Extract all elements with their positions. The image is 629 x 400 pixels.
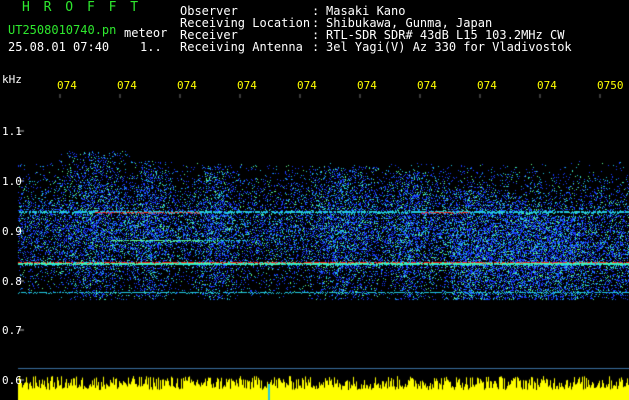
spectrogram-canvas (0, 0, 629, 400)
x-tick: 074 (357, 79, 377, 92)
colon-3: : (312, 40, 320, 54)
meteor-tag: meteor (124, 26, 168, 40)
x-tick: 074 (537, 79, 557, 92)
x-tick: 074 (417, 79, 437, 92)
y-tick: 0.6 (2, 374, 22, 387)
y-tick: 0.8 (2, 275, 22, 288)
x-tick: 074 (57, 79, 77, 92)
x-tick: 074 (477, 79, 497, 92)
x-tick: 074 (177, 79, 197, 92)
antenna-label: Receiving Antenna (180, 40, 303, 54)
x-tick: 074 (297, 79, 317, 92)
unit-label: kHz (2, 73, 22, 86)
filename-label: UT2508010740.pn (8, 23, 117, 37)
counter-label: 1.. (140, 40, 162, 54)
app-logo: H R O F F T (22, 0, 142, 15)
x-tick: 074 (237, 79, 257, 92)
x-tick: 074 (117, 79, 137, 92)
datetime-label: 25.08.01 07:40 (8, 40, 110, 54)
x-tick: 0750 (597, 79, 624, 92)
y-tick: 1.1 (2, 125, 22, 138)
y-tick: 0.7 (2, 324, 22, 337)
y-tick: 0.9 (2, 225, 22, 238)
y-tick: 1.0 (2, 175, 22, 188)
antenna-value: 3el Yagi(V) Az 330 for Vladivostok (326, 40, 572, 54)
